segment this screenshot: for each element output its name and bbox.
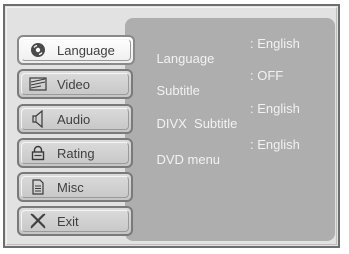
menu-item-label: Rating <box>57 145 95 161</box>
menu-item-exit[interactable]: Exit <box>17 206 133 236</box>
setting-value: : English <box>250 101 300 116</box>
setting-row-dvd-menu[interactable]: DVD menu : English <box>142 137 299 197</box>
disc-icon <box>29 41 47 59</box>
menu-item-label: Misc <box>57 179 84 195</box>
menu-item-video[interactable]: Video <box>17 69 133 99</box>
setting-label: Subtitle <box>156 83 200 98</box>
speaker-icon <box>29 110 47 128</box>
close-icon <box>29 212 47 230</box>
lock-icon <box>29 144 47 162</box>
setting-label: DVD menu <box>156 152 221 167</box>
menu-item-misc[interactable]: Misc <box>17 172 133 202</box>
menu-item-label: Exit <box>57 213 79 229</box>
setting-value: : English <box>250 137 300 152</box>
document-icon <box>29 178 47 196</box>
monitor-icon <box>29 75 47 93</box>
setting-label: DIVX Subtitle <box>156 116 238 131</box>
setting-value: : OFF <box>250 68 284 83</box>
setting-value: : English <box>250 36 300 51</box>
setup-window: Language Video Audio Rating Misc Exit La… <box>3 4 340 248</box>
menu-item-rating[interactable]: Rating <box>17 138 133 168</box>
menu-item-label: Audio <box>57 111 91 127</box>
setting-label: Language <box>156 51 215 66</box>
menu-item-label: Video <box>57 76 91 92</box>
menu-item-audio[interactable]: Audio <box>17 104 133 134</box>
menu-item-language[interactable]: Language <box>17 35 135 65</box>
menu-item-label: Language <box>57 42 115 58</box>
